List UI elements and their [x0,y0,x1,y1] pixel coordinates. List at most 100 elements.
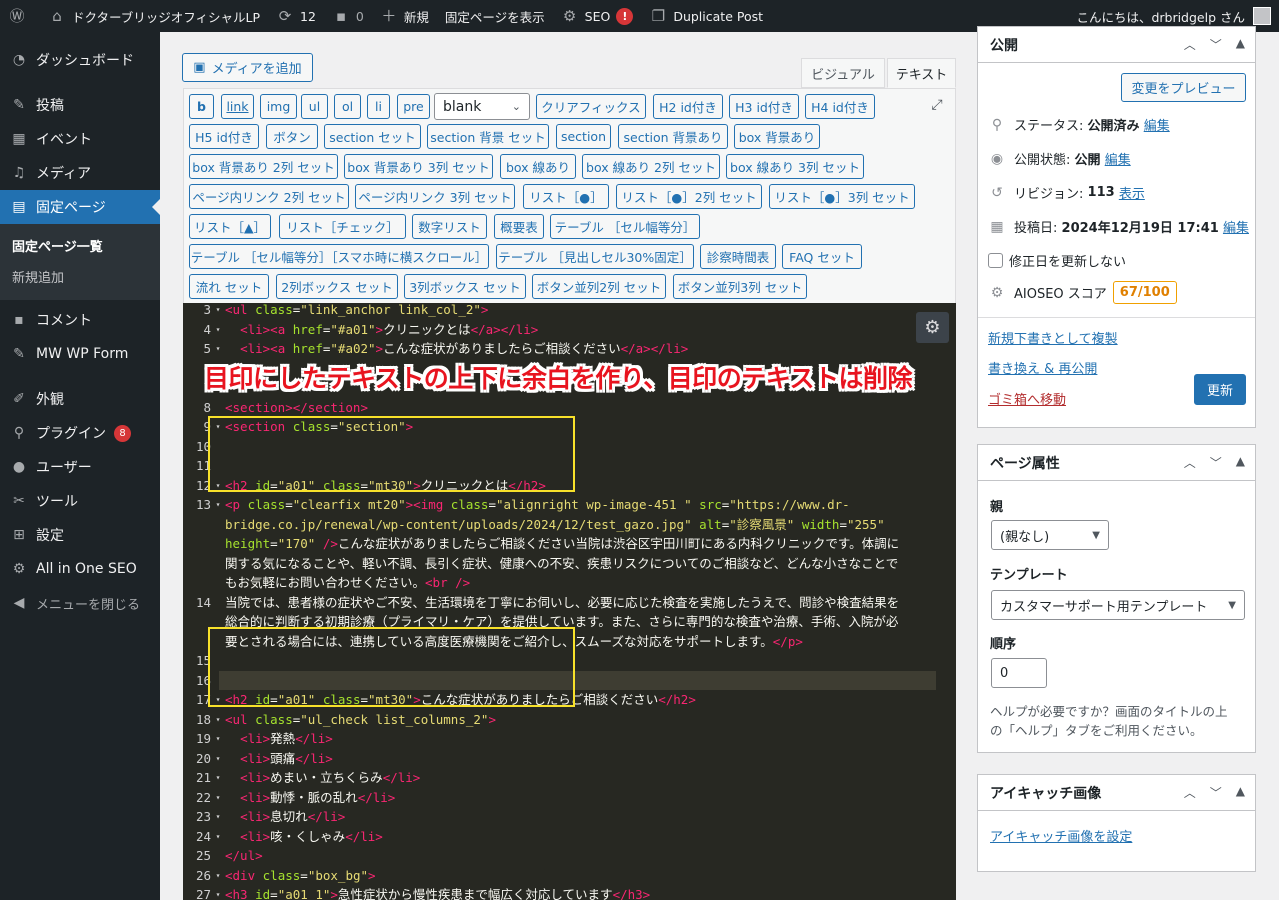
menu-tools[interactable]: ✂ ツール [0,484,160,518]
aioseo-score[interactable]: 67/100 [1112,281,1177,304]
quicktag-button[interactable]: リスト［●］ [523,184,609,209]
quicktag-button[interactable]: 流れ セット [189,274,269,299]
fold-arrow-icon[interactable]: ▾ [211,885,225,900]
fold-arrow-icon[interactable]: ▾ [211,768,225,787]
preview-button[interactable]: 変更をプレビュー [1121,73,1246,102]
chevron-down-icon[interactable]: ﹀ [1210,454,1222,471]
quicktag-button[interactable]: H3 id付き [729,94,799,119]
quicktag-button[interactable]: 2列ボックス セット [276,274,398,299]
revision-view-link[interactable]: 表示 [1119,183,1145,202]
quicktag-button[interactable]: H5 id付き [189,124,259,149]
menu-appearance[interactable]: ✐ 外観 [0,382,160,416]
quicktag-button[interactable]: b [189,94,214,119]
quicktag-button[interactable]: FAQ セット [782,244,862,269]
quicktag-button[interactable]: リスト［●］3列 セット [769,184,915,209]
quicktag-button[interactable]: box 背景あり 2列 セット [189,154,338,179]
menu-aioseo[interactable]: ⚙ All in One SEO [0,552,160,586]
fold-arrow-icon[interactable]: ▾ [211,749,225,768]
chevron-up-icon[interactable]: ︿ [1184,784,1196,801]
menu-posts[interactable]: ✎ 投稿 [0,88,160,122]
view-page-link[interactable]: 固定ページを表示 [437,0,553,32]
quicktag-button[interactable]: box 線あり [500,154,576,179]
order-input[interactable]: 0 [991,658,1047,688]
quicktag-button[interactable]: section セット [324,124,421,149]
fold-arrow-icon[interactable]: ▾ [211,807,225,826]
block-select[interactable]: blank ⌄ [434,93,530,120]
no-update-date-checkbox[interactable] [988,253,1003,268]
quicktag-button[interactable]: クリアフィックス [536,94,646,119]
menu-comments[interactable]: ▪ コメント [0,303,160,337]
quicktag-button[interactable]: box 背景あり [734,124,820,149]
quicktag-button[interactable]: ページ内リンク 3列 セット [355,184,515,209]
quicktag-button[interactable]: テーブル ［セル幅等分］［スマホ時に横スクロール］ [189,244,489,269]
set-featured-image-link[interactable]: アイキャッチ画像を設定 [990,826,1132,845]
template-select[interactable]: カスタマーサポート用テンプレート ▼ [991,590,1245,620]
no-update-date-row[interactable]: 修正日を更新しない [988,251,1126,270]
menu-plugins[interactable]: ⚲ プラグイン 8 [0,416,160,450]
updates-menu[interactable]: ⟳ 12 [268,0,324,32]
quicktag-button[interactable]: H4 id付き [805,94,875,119]
toggle-icon[interactable]: ▲ [1236,36,1245,53]
quicktag-button[interactable]: section 背景あり [618,124,728,149]
site-name-menu[interactable]: ⌂ ドクターブリッジオフィシャルLP [40,0,268,32]
menu-pages[interactable]: ▤ 固定ページ [0,190,160,224]
fold-arrow-icon[interactable]: ▾ [211,339,225,358]
chevron-up-icon[interactable]: ︿ [1184,36,1196,53]
fold-arrow-icon[interactable]: ▾ [211,495,225,514]
trash-link[interactable]: ゴミ箱へ移動 [988,389,1066,408]
quicktag-button[interactable]: pre [397,94,430,119]
quicktag-button[interactable]: section 背景 セット [427,124,549,149]
duplicate-post-menu[interactable]: ❐ Duplicate Post [641,0,771,32]
chevron-up-icon[interactable]: ︿ [1184,454,1196,471]
comments-menu[interactable]: ▪ 0 [324,0,372,32]
rewrite-republish-link[interactable]: 書き換え & 再公開 [988,358,1097,377]
update-button[interactable]: 更新 [1194,374,1246,405]
status-edit-link[interactable]: 編集 [1144,115,1170,134]
quicktag-button[interactable]: 3列ボックス セット [404,274,526,299]
quicktag-button[interactable]: リスト［▲］ [189,214,271,239]
date-edit-link[interactable]: 編集 [1223,217,1249,236]
quicktag-button[interactable]: ul [301,94,328,119]
fold-arrow-icon[interactable]: ▾ [211,729,225,748]
quicktag-button[interactable]: box 線あり 3列 セット [726,154,864,179]
new-content-menu[interactable]: ＋ 新規 [372,0,437,32]
wp-logo-menu[interactable]: Ⓦ [0,0,40,32]
fold-arrow-icon[interactable]: ▾ [211,827,225,846]
menu-events[interactable]: ▦ イベント [0,122,160,156]
fold-arrow-icon[interactable]: ▾ [211,303,225,319]
menu-mwwp-form[interactable]: ✎ MW WP Form [0,337,160,371]
submenu-add-new[interactable]: 新規追加 [0,261,160,292]
seo-menu[interactable]: ⚙ SEO! [553,0,642,32]
quicktag-button[interactable]: box 背景あり 3列 セット [344,154,493,179]
quicktag-button[interactable]: box 線あり 2列 セット [582,154,720,179]
menu-users[interactable]: ● ユーザー [0,450,160,484]
quicktag-button[interactable]: リスト［●］2列 セット [616,184,762,209]
quicktag-button[interactable]: img [260,94,297,119]
quicktag-button[interactable]: 概要表 [494,214,544,239]
tab-text[interactable]: テキスト [887,58,956,88]
chevron-down-icon[interactable]: ﹀ [1210,36,1222,53]
menu-media[interactable]: ♫ メディア [0,156,160,190]
toggle-icon[interactable]: ▲ [1236,454,1245,471]
quicktag-button[interactable]: ボタン [266,124,318,149]
menu-dashboard[interactable]: ◔ ダッシュボード [0,43,160,77]
quicktag-button[interactable]: 診察時間表 [700,244,776,269]
add-media-button[interactable]: ▣ メディアを追加 [182,53,313,82]
quicktag-button[interactable]: 数字リスト [412,214,487,239]
quicktag-button[interactable]: ol [334,94,361,119]
quicktag-button[interactable]: H2 id付き [653,94,723,119]
editor-settings-button[interactable]: ⚙ [916,312,949,343]
fold-arrow-icon[interactable]: ▾ [211,788,225,807]
quicktag-button[interactable]: li [367,94,390,119]
tab-visual[interactable]: ビジュアル [801,58,885,88]
fold-arrow-icon[interactable]: ▾ [211,866,225,885]
quicktag-button[interactable]: テーブル ［見出しセル30%固定］ [496,244,694,269]
chevron-down-icon[interactable]: ﹀ [1210,784,1222,801]
fold-arrow-icon[interactable]: ▾ [211,320,225,339]
quicktag-button[interactable]: テーブル ［セル幅等分］ [550,214,700,239]
quicktag-button[interactable]: link [221,94,254,119]
toggle-icon[interactable]: ▲ [1236,784,1245,801]
copy-draft-link[interactable]: 新規下書きとして複製 [988,328,1118,347]
quicktag-button[interactable]: ボタン並列3列 セット [673,274,807,299]
quicktag-button[interactable]: ボタン並列2列 セット [532,274,666,299]
